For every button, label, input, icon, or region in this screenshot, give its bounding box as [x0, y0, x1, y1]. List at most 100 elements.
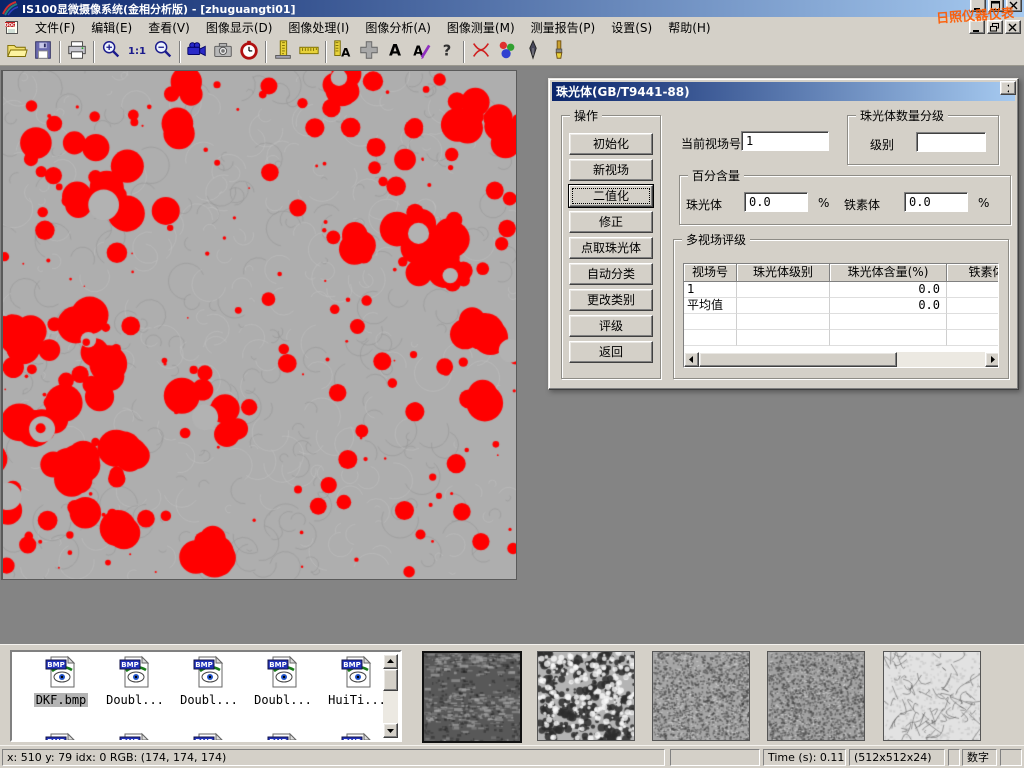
annotate-button[interactable]: A — [408, 40, 434, 64]
dialog-close-button[interactable] — [1000, 81, 1016, 95]
help-button[interactable]: ? — [434, 40, 460, 64]
menu-item-view[interactable]: 查看(V) — [140, 17, 198, 38]
file-item[interactable]: BMPDKF.bmp — [24, 655, 98, 707]
menu-item-help[interactable]: 帮助(H) — [660, 17, 718, 38]
file-item[interactable]: BMPDoubl... — [172, 655, 246, 707]
menu-item-image-measure[interactable]: 图像测量(M) — [439, 17, 523, 38]
op-button-9[interactable]: 返回 — [569, 341, 653, 363]
arrow-left-icon — [688, 356, 695, 363]
pearlite-percent-input[interactable]: 0.0 — [744, 192, 808, 212]
camera-capture-button[interactable] — [210, 40, 236, 64]
op-button-7[interactable]: 更改类别 — [569, 289, 653, 311]
thumbnail-2[interactable] — [537, 651, 635, 741]
grade-input[interactable] — [916, 132, 986, 152]
scroll-left-button[interactable] — [684, 352, 699, 367]
table-header-2[interactable]: 珠光体含量(%) — [830, 264, 947, 282]
child-restore-button[interactable] — [987, 20, 1003, 34]
dialog-title-bar[interactable]: 珠光体(GB/T9441-88) — [552, 82, 1015, 101]
print-button[interactable] — [64, 40, 90, 64]
actual-size-button[interactable]: 1:1 — [124, 40, 150, 64]
annotate-icon: A — [410, 39, 432, 65]
pen-tool-icon — [522, 39, 544, 65]
op-button-8[interactable]: 评级 — [569, 315, 653, 337]
file-item[interactable]: BMP — [24, 732, 98, 742]
menu-item-settings[interactable]: 设置(S) — [603, 17, 660, 38]
caliper-button[interactable] — [270, 40, 296, 64]
file-item[interactable]: BMPDoubl... — [246, 655, 320, 707]
status-cell-1 — [670, 749, 760, 766]
table-header-1[interactable]: 珠光体级别 — [737, 264, 830, 282]
table-row[interactable]: 10.0 — [684, 282, 998, 298]
ruler-button[interactable] — [296, 40, 322, 64]
ferrite-percent-input[interactable]: 0.0 — [904, 192, 968, 212]
table-cell — [830, 330, 947, 346]
svg-text:A: A — [341, 45, 351, 59]
minimize-button[interactable] — [970, 0, 986, 12]
table-cell — [737, 330, 830, 346]
save-button[interactable] — [30, 40, 56, 64]
current-field-input[interactable]: 1 — [741, 131, 829, 151]
bmp-file-icon: BMP — [320, 732, 394, 742]
file-item[interactable]: BMPDoubl... — [98, 655, 172, 707]
merge-button[interactable] — [356, 40, 382, 64]
svg-text:BMP: BMP — [343, 738, 360, 742]
table-row[interactable] — [684, 314, 998, 330]
scroll-right-button[interactable] — [985, 352, 999, 367]
grading-group: 珠光体数量分级 级别 — [847, 115, 999, 165]
svg-text:BMP: BMP — [269, 738, 286, 742]
thumbnail-4[interactable] — [767, 651, 865, 741]
menu-item-file[interactable]: 文件(F) — [27, 17, 83, 38]
table-row[interactable] — [684, 330, 998, 346]
child-close-button[interactable] — [1005, 20, 1021, 34]
zoom-out-button[interactable] — [150, 40, 176, 64]
child-minimize-button[interactable] — [969, 20, 985, 34]
print-icon — [66, 39, 88, 65]
op-button-1[interactable]: 初始化 — [569, 133, 653, 155]
pearlite-dialog: 珠光体(GB/T9441-88) 操作 当前视场号 1 珠光体数量分级 级别 百… — [548, 78, 1019, 390]
zoom-in-button[interactable] — [98, 40, 124, 64]
file-item[interactable]: BMPHuiTi... — [320, 655, 394, 707]
text-button[interactable]: A — [382, 40, 408, 64]
op-button-4[interactable]: 修正 — [569, 211, 653, 233]
curve-button[interactable] — [468, 40, 494, 64]
thumbnail-5[interactable] — [883, 651, 981, 741]
op-button-3[interactable]: 二值化 — [569, 185, 653, 207]
table-cell — [684, 330, 737, 346]
op-button-5[interactable]: 点取珠光体 — [569, 237, 653, 259]
colorize-button[interactable] — [494, 40, 520, 64]
menu-bar: DOC 文件(F)编辑(E)查看(V)图像显示(D)图像处理(I)图像分析(A)… — [0, 17, 1024, 38]
table-header-3[interactable]: 铁素体 — [947, 264, 999, 282]
menu-item-image-process[interactable]: 图像处理(I) — [280, 17, 357, 38]
file-item[interactable]: BMP — [172, 732, 246, 742]
toolbar-separator — [59, 41, 61, 63]
file-item[interactable]: BMP — [320, 732, 394, 742]
table-header-0[interactable]: 视场号 — [684, 264, 737, 282]
main-image[interactable] — [1, 70, 517, 580]
op-button-6[interactable]: 自动分类 — [569, 263, 653, 285]
file-item[interactable]: BMP — [98, 732, 172, 742]
file-item[interactable]: BMP — [246, 732, 320, 742]
thumbnail-1[interactable] — [422, 651, 522, 743]
svg-text:BMP: BMP — [121, 738, 138, 742]
close-button[interactable] — [1006, 0, 1022, 12]
status-cell-6 — [1000, 749, 1022, 766]
pen-button[interactable] — [520, 40, 546, 64]
brush-button[interactable] — [546, 40, 572, 64]
table-cell: 0.0 — [830, 282, 947, 298]
table-row[interactable]: 平均值0.0 — [684, 298, 998, 314]
scrollbar-thumb[interactable] — [699, 352, 897, 367]
thumbnail-3[interactable] — [652, 651, 750, 741]
file-name: Doubl... — [252, 693, 314, 707]
menu-item-measure-report[interactable]: 测量报告(P) — [523, 17, 604, 38]
menu-item-image-analysis[interactable]: 图像分析(A) — [357, 17, 439, 38]
table-horizontal-scrollbar[interactable] — [684, 352, 999, 367]
maximize-button[interactable] — [988, 0, 1004, 12]
open-button[interactable] — [4, 40, 30, 64]
bmp-file-icon: BMP — [320, 655, 394, 692]
menu-item-image-display[interactable]: 图像显示(D) — [198, 17, 281, 38]
op-button-2[interactable]: 新视场 — [569, 159, 653, 181]
video-capture-button[interactable] — [184, 40, 210, 64]
timer-button[interactable] — [236, 40, 262, 64]
menu-item-edit[interactable]: 编辑(E) — [83, 17, 140, 38]
measure-label-button[interactable]: A — [330, 40, 356, 64]
